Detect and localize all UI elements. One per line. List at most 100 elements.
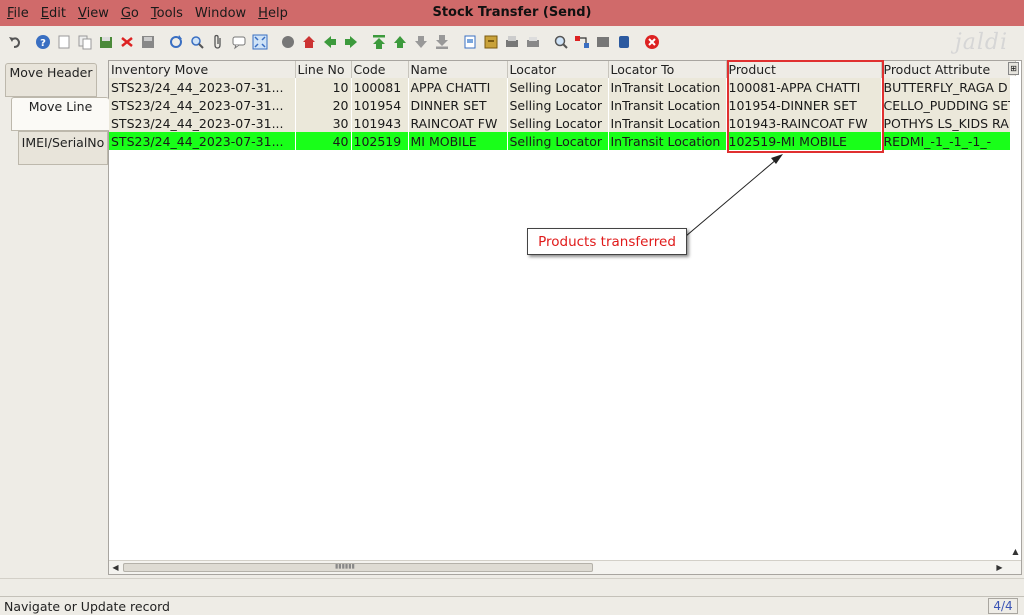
last-record-icon[interactable]	[433, 33, 451, 51]
menu-go[interactable]: Go	[121, 6, 139, 21]
svg-text:?: ?	[40, 38, 46, 49]
column-header-inventory-move[interactable]: Inventory Move	[109, 61, 296, 78]
zoom-across-icon[interactable]	[552, 33, 570, 51]
close-window-icon[interactable]	[643, 33, 661, 51]
cell-locator[interactable]: Selling Locator	[507, 78, 609, 96]
cell-product[interactable]: 101954-DINNER SET	[726, 96, 882, 114]
column-header-locator-to[interactable]: Locator To	[608, 61, 727, 78]
menu-view[interactable]: View	[78, 6, 109, 21]
cell-locator[interactable]: Selling Locator	[507, 96, 609, 114]
cell-product[interactable]: 101943-RAINCOAT FW	[726, 114, 882, 132]
cell-attr[interactable]: CELLO_PUDDING SET	[881, 96, 1016, 114]
attachment-icon[interactable]	[209, 33, 227, 51]
table-row[interactable]: STS23/24_44_2023-07-31... 20 101954 DINNER …	[109, 96, 1016, 114]
column-header-locator[interactable]: Locator	[507, 61, 609, 78]
move-line-grid[interactable]: Inventory Move Line No Code Name Locator Loca…	[108, 60, 1022, 575]
horizontal-scroll-thumb[interactable]	[123, 563, 593, 572]
report-icon[interactable]	[461, 33, 479, 51]
menu-file[interactable]: File	[7, 6, 29, 21]
table-header-row: Inventory Move Line No Code Name Locator Loca…	[109, 61, 1016, 78]
cell-line[interactable]: 30	[295, 114, 352, 132]
workflow-icon[interactable]	[573, 33, 591, 51]
vertical-scrollbar[interactable]: ▲ ▼	[1010, 76, 1021, 570]
menu-help[interactable]: Help	[258, 6, 288, 21]
cell-code[interactable]: 100081	[351, 78, 409, 96]
tab-move-header[interactable]: Move Header	[5, 63, 97, 97]
cell-locator-to[interactable]: InTransit Location	[608, 114, 727, 132]
detail-record-icon[interactable]	[342, 33, 360, 51]
cell-attr[interactable]: POTHYS LS_KIDS RA	[881, 114, 1016, 132]
column-header-product[interactable]: Product	[726, 61, 882, 78]
cell-move[interactable]: STS23/24_44_2023-07-31...	[109, 132, 296, 150]
next-record-icon[interactable]	[412, 33, 430, 51]
horizontal-scrollbar[interactable]: ◀ ▮▮▮▮▮▮ ▶	[109, 560, 1021, 574]
cell-locator-to[interactable]: InTransit Location	[608, 96, 727, 114]
cell-locator[interactable]: Selling Locator	[507, 132, 609, 150]
cell-code[interactable]: 101943	[351, 114, 409, 132]
menu-mnemonic: V	[77, 5, 87, 21]
cell-name[interactable]: APPA CHATTI	[408, 78, 508, 96]
scroll-up-icon[interactable]: ▲	[1010, 546, 1021, 557]
cell-locator[interactable]: Selling Locator	[507, 114, 609, 132]
undo-icon[interactable]	[6, 33, 24, 51]
table-row[interactable]: STS23/24_44_2023-07-31... 40 102519 MI MOBI…	[109, 132, 1016, 150]
menu-tools[interactable]: Tools	[151, 6, 183, 21]
copy-record-icon[interactable]	[76, 33, 94, 51]
disk-icon[interactable]	[139, 33, 157, 51]
cell-attr[interactable]: REDMI_-1_-1_-1_-	[881, 132, 1016, 150]
parent-record-icon[interactable]	[321, 33, 339, 51]
cell-locator-to[interactable]: InTransit Location	[608, 78, 727, 96]
help-icon[interactable]: ?	[34, 33, 52, 51]
column-header-line-no[interactable]: Line No	[295, 61, 352, 78]
cell-line[interactable]: 10	[295, 78, 352, 96]
history-icon[interactable]	[279, 33, 297, 51]
refresh-icon[interactable]	[167, 33, 185, 51]
column-header-name[interactable]: Name	[408, 61, 508, 78]
save-icon[interactable]	[97, 33, 115, 51]
delete-icon[interactable]	[118, 33, 136, 51]
tab-move-line-label: Move Line	[28, 99, 93, 114]
first-record-icon[interactable]	[370, 33, 388, 51]
chat-icon[interactable]	[230, 33, 248, 51]
menu-edit[interactable]: Edit	[41, 6, 66, 21]
column-header-product-attribute[interactable]: Product Attribute	[881, 61, 1016, 78]
column-header-code[interactable]: Code	[351, 61, 409, 78]
cell-name[interactable]: DINNER SET	[408, 96, 508, 114]
cell-move[interactable]: STS23/24_44_2023-07-31...	[109, 114, 296, 132]
cell-move[interactable]: STS23/24_44_2023-07-31...	[109, 78, 296, 96]
cell-code[interactable]: 102519	[351, 132, 409, 150]
menu-label: elp	[267, 5, 288, 21]
cell-attr[interactable]: BUTTERFLY_RAGA D	[881, 78, 1016, 96]
menu-label: ools	[156, 5, 183, 21]
cell-product[interactable]: 100081-APPA CHATTI	[726, 78, 882, 96]
home-icon[interactable]	[300, 33, 318, 51]
table-row[interactable]: STS23/24_44_2023-07-31... 10 100081 APPA CH…	[109, 78, 1016, 96]
cell-line[interactable]: 40	[295, 132, 352, 150]
cell-name[interactable]: MI MOBILE	[408, 132, 508, 150]
scroll-left-icon[interactable]: ◀	[110, 562, 121, 573]
menu-window[interactable]: Window	[195, 6, 246, 21]
print-icon[interactable]	[524, 33, 542, 51]
print-preview-icon[interactable]	[503, 33, 521, 51]
cell-code[interactable]: 101954	[351, 96, 409, 114]
cell-name[interactable]: RAINCOAT FW	[408, 114, 508, 132]
archive-icon[interactable]	[482, 33, 500, 51]
cell-locator-to[interactable]: InTransit Location	[608, 132, 727, 150]
cell-product[interactable]: 102519-MI MOBILE	[726, 132, 882, 150]
find-icon[interactable]	[188, 33, 206, 51]
menubar: File Edit View Go Tools Window Help	[0, 0, 1024, 26]
table-row[interactable]: STS23/24_44_2023-07-31... 30 101943 RAINCOA…	[109, 114, 1016, 132]
new-record-icon[interactable]	[55, 33, 73, 51]
cell-line[interactable]: 20	[295, 96, 352, 114]
tab-imei-serialno-label: IMEI/SerialNo	[21, 135, 105, 150]
grid-toggle-icon[interactable]	[251, 33, 269, 51]
tab-imei-serialno[interactable]: IMEI/SerialNo	[18, 131, 108, 165]
request-icon[interactable]	[594, 33, 612, 51]
column-chooser-button[interactable]: ⊞	[1008, 62, 1019, 75]
record-count[interactable]: 4/4	[988, 598, 1018, 614]
tab-move-line[interactable]: Move Line	[11, 97, 109, 131]
product-info-icon[interactable]	[615, 33, 633, 51]
previous-record-icon[interactable]	[391, 33, 409, 51]
scroll-right-icon[interactable]: ▶	[994, 562, 1005, 573]
cell-move[interactable]: STS23/24_44_2023-07-31...	[109, 96, 296, 114]
